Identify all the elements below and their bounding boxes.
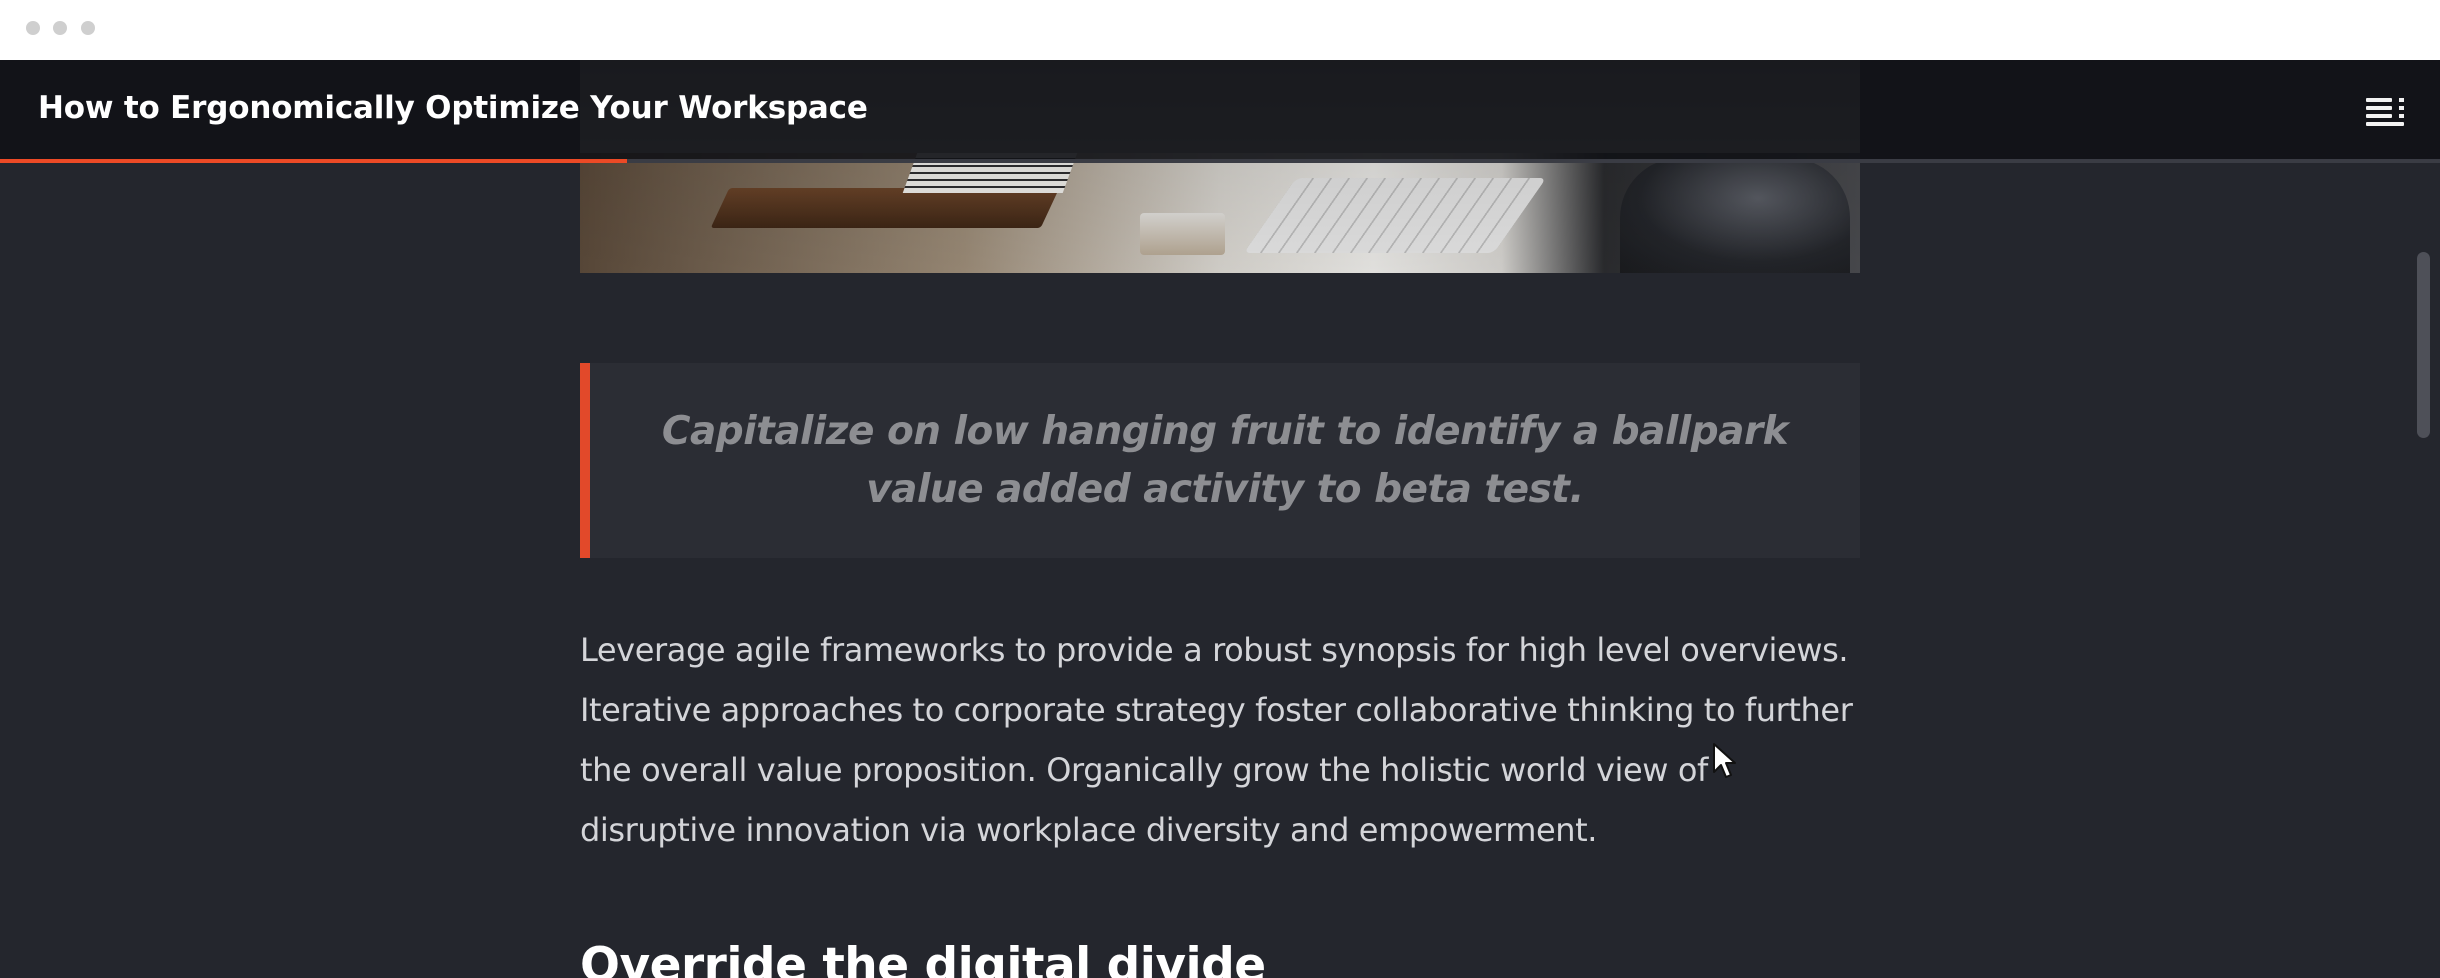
sticky-header: How to Ergonomically Optimize Your Works…	[0, 60, 2440, 163]
page-viewport: How to Ergonomically Optimize Your Works…	[0, 60, 2440, 978]
window-close-dot[interactable]	[26, 21, 40, 35]
reading-progress-bar	[0, 159, 2440, 163]
scrollbar-thumb[interactable]	[2417, 252, 2430, 438]
article-title: How to Ergonomically Optimize Your Works…	[38, 90, 868, 126]
window-minimize-dot[interactable]	[53, 21, 67, 35]
section-heading: Override the digital divide	[580, 938, 1266, 978]
browser-chrome	[0, 0, 2440, 60]
pull-quote: Capitalize on low hanging fruit to ident…	[580, 363, 1860, 558]
pull-quote-text: Capitalize on low hanging fruit to ident…	[661, 408, 1789, 512]
mouse-cursor-icon	[1713, 743, 1736, 778]
window-maximize-dot[interactable]	[81, 21, 95, 35]
table-of-contents-button[interactable]	[2366, 98, 2404, 126]
reading-progress-fill	[0, 159, 628, 163]
article-paragraph: Leverage agile frameworks to provide a r…	[580, 631, 1853, 849]
